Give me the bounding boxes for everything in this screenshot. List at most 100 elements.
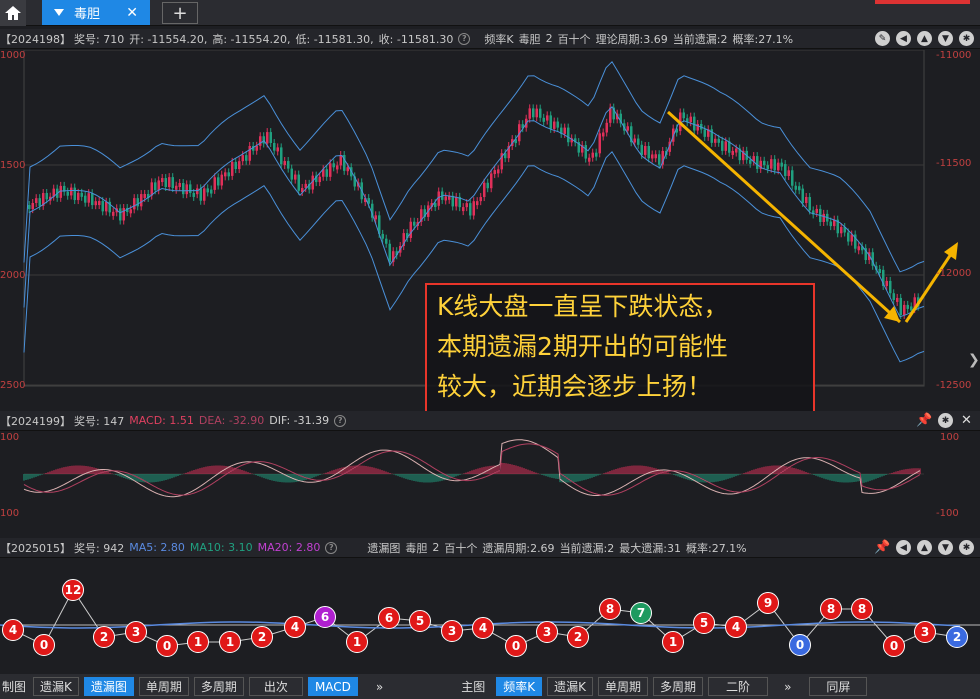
tool-chart-button[interactable]: 制图 (0, 677, 28, 696)
candle-body (633, 138, 636, 143)
tool-main-button[interactable]: 主图 (455, 677, 491, 696)
candle-body (756, 156, 759, 169)
candle-body (703, 129, 706, 137)
candle-body (119, 208, 122, 221)
candle-body (94, 201, 97, 206)
candle-body (35, 198, 38, 204)
settings-icon[interactable]: ✱ (959, 540, 974, 555)
candle-body (192, 192, 195, 197)
up-icon[interactable]: ▲ (917, 31, 932, 46)
tool-macd-button[interactable]: MACD (307, 677, 358, 696)
candle-body (721, 140, 724, 151)
candle-body (189, 184, 192, 193)
ma10-value: MA10: 3.10 (189, 541, 253, 554)
candle-body (591, 152, 594, 158)
candle-body (651, 154, 654, 159)
back-icon[interactable]: ◀ (896, 540, 911, 555)
tool-count-button[interactable]: 出次 (248, 677, 303, 696)
open-label: 开: -11554.20, (129, 32, 208, 46)
candle-body (87, 193, 90, 203)
miss-ball: 2 (251, 626, 273, 648)
add-tab-button[interactable]: + (162, 2, 198, 24)
candle-body (483, 182, 486, 198)
name-label: 毒胆 (405, 541, 428, 555)
award-label: 奖号: 710 (74, 32, 125, 46)
tool-multi-period-button-2[interactable]: 多周期 (653, 677, 704, 696)
candle-body (829, 221, 832, 227)
candle-body (241, 155, 244, 162)
miss-toolbar: 📌 ◀ ▲ ▼ ✱ (874, 540, 974, 555)
tool-miss-chart-button[interactable]: 遗漏图 (83, 677, 134, 696)
window-control-strip[interactable] (875, 0, 970, 4)
miss-ball: 0 (883, 635, 905, 657)
freq-label: 频率K (484, 32, 514, 46)
candle-body (287, 161, 290, 169)
candle-body (784, 164, 787, 176)
left-tick: 2500 (0, 380, 26, 391)
close-icon[interactable]: ✕ (959, 413, 974, 428)
pin-icon[interactable]: 📌 (874, 540, 890, 555)
candle-body (889, 280, 892, 294)
candle-body (791, 170, 794, 186)
down-icon[interactable]: ▼ (938, 31, 953, 46)
callout-line: K线大盘一直呈下跌状态， (437, 292, 729, 321)
miss-ball: 1 (187, 631, 209, 653)
candle-body (878, 268, 881, 273)
miss-ball: 3 (125, 621, 147, 643)
tool-freq-k-button[interactable]: 频率K (496, 677, 543, 696)
candle-body (203, 188, 206, 201)
close-label: 收: -11581.30 (378, 32, 454, 46)
right-tick: -12000 (936, 268, 972, 279)
close-icon[interactable]: ✕ (126, 5, 138, 21)
back-icon[interactable]: ◀ (896, 31, 911, 46)
settings-icon[interactable]: ✱ (959, 31, 974, 46)
tool-single-period-button[interactable]: 单周期 (138, 677, 189, 696)
candle-body (77, 192, 80, 201)
up-icon[interactable]: ▲ (917, 540, 932, 555)
probability-label: 概率:27.1% (685, 541, 747, 555)
edit-icon[interactable]: ✎ (875, 31, 890, 46)
tool-miss-k-button-2[interactable]: 遗漏K (547, 677, 594, 696)
settings-icon[interactable]: ✱ (938, 413, 953, 428)
down-icon[interactable]: ▼ (938, 540, 953, 555)
candle-body (658, 154, 661, 165)
candle-body (388, 243, 391, 263)
candle-body (896, 297, 899, 302)
tool-miss-k-button[interactable]: 遗漏K (33, 677, 79, 696)
candle-body (794, 185, 797, 190)
candle-body (455, 196, 458, 207)
more-right-button[interactable]: » (778, 677, 797, 696)
pin-icon[interactable]: 📌 (916, 413, 932, 428)
candle-body (770, 159, 773, 169)
help-icon[interactable]: ? (334, 414, 347, 427)
more-left-button[interactable]: » (370, 677, 389, 696)
tool-same-screen-button[interactable]: 同屏 (809, 677, 868, 696)
candle-body (196, 188, 199, 195)
candle-body (59, 185, 62, 198)
n-label: 2 (545, 32, 553, 45)
candle-body (255, 145, 258, 151)
tool-second-order-button[interactable]: 二阶 (708, 677, 769, 696)
macd-svg (23, 439, 924, 498)
help-icon[interactable]: ? (458, 32, 471, 45)
period-label: 【2024198】 (0, 32, 71, 46)
candle-body (266, 132, 269, 144)
candle-body (70, 187, 73, 196)
miss-ball: 8 (851, 598, 873, 620)
tab-dudan[interactable]: 毒胆 ✕ (42, 0, 150, 25)
chevron-right-icon[interactable]: ❯ (968, 352, 980, 368)
candle-body (210, 189, 213, 194)
name-label: 毒胆 (518, 32, 541, 46)
candle-body (647, 146, 650, 159)
candle-body (101, 201, 104, 212)
home-tab[interactable] (0, 0, 26, 26)
award-label: 奖号: 147 (74, 414, 125, 428)
tool-multi-period-button[interactable]: 多周期 (193, 677, 244, 696)
candle-body (773, 159, 776, 171)
candle-body (731, 150, 734, 155)
miss-ball: 8 (820, 598, 842, 620)
tool-single-period-button-2[interactable]: 单周期 (598, 677, 649, 696)
miss-ball: 0 (505, 635, 527, 657)
help-icon[interactable]: ? (325, 541, 338, 554)
candle-body (801, 188, 804, 204)
